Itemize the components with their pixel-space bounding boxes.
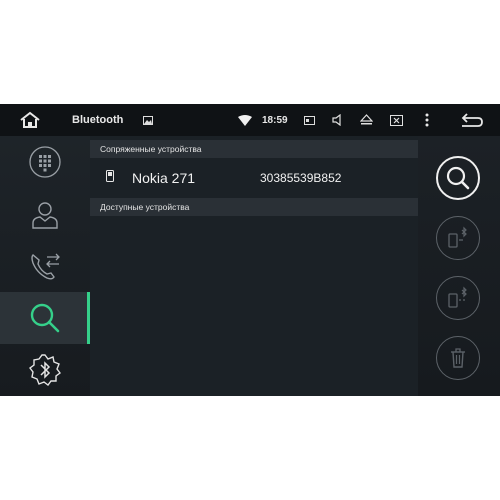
delete-device-button[interactable]	[436, 336, 480, 380]
volume-icon	[332, 114, 341, 126]
rail-item-search[interactable]	[0, 292, 90, 344]
rail-item-call-log[interactable]	[0, 240, 90, 292]
left-nav-rail	[0, 136, 90, 396]
call-log-icon	[31, 253, 60, 280]
bluetooth-screen: Bluetooth 18:59 Сопряженные устройства N…	[0, 104, 500, 396]
paired-devices-header: Сопряженные устройства	[90, 140, 418, 158]
connect-device-button[interactable]	[436, 216, 480, 260]
contacts-icon	[32, 202, 58, 229]
device-address: 30385539B852	[260, 171, 342, 185]
screen-off-button[interactable]	[388, 104, 404, 136]
search-icon	[446, 166, 470, 190]
phone-connect-icon	[448, 226, 467, 248]
rail-item-bluetooth-settings[interactable]	[0, 344, 90, 396]
back-button[interactable]	[456, 104, 488, 136]
image-icon	[140, 104, 156, 136]
trash-icon	[451, 348, 465, 368]
search-devices-button[interactable]	[436, 156, 480, 200]
app-title: Bluetooth	[72, 114, 124, 126]
home-icon	[20, 111, 40, 128]
rail-item-contacts[interactable]	[0, 188, 90, 240]
menu-icon	[425, 113, 429, 127]
back-icon	[461, 113, 483, 127]
bluetooth-settings-icon	[29, 354, 61, 386]
status-bar: Bluetooth 18:59	[0, 104, 500, 136]
rail-item-dialpad[interactable]	[0, 136, 90, 188]
eject-button[interactable]	[358, 104, 374, 136]
clock: 18:59	[262, 114, 288, 126]
available-devices-header: Доступные устройства	[90, 198, 418, 216]
phone-icon	[106, 170, 114, 182]
disconnect-device-button[interactable]	[436, 276, 480, 320]
home-button[interactable]	[14, 104, 46, 136]
eject-icon	[359, 114, 373, 125]
screen-close-icon	[389, 114, 403, 126]
cast-icon	[302, 104, 316, 136]
menu-button[interactable]	[420, 104, 434, 136]
paired-device-row[interactable]: Nokia 271 30385539B852	[90, 160, 418, 198]
search-icon	[30, 303, 60, 333]
phone-disconnect-icon	[448, 286, 467, 308]
dialpad-icon	[29, 146, 61, 178]
action-rail	[418, 136, 500, 396]
volume-button[interactable]	[330, 104, 346, 136]
device-list-panel: Сопряженные устройства Nokia 271 3038553…	[90, 136, 418, 396]
device-name: Nokia 271	[132, 170, 196, 186]
wifi-icon	[236, 104, 254, 136]
